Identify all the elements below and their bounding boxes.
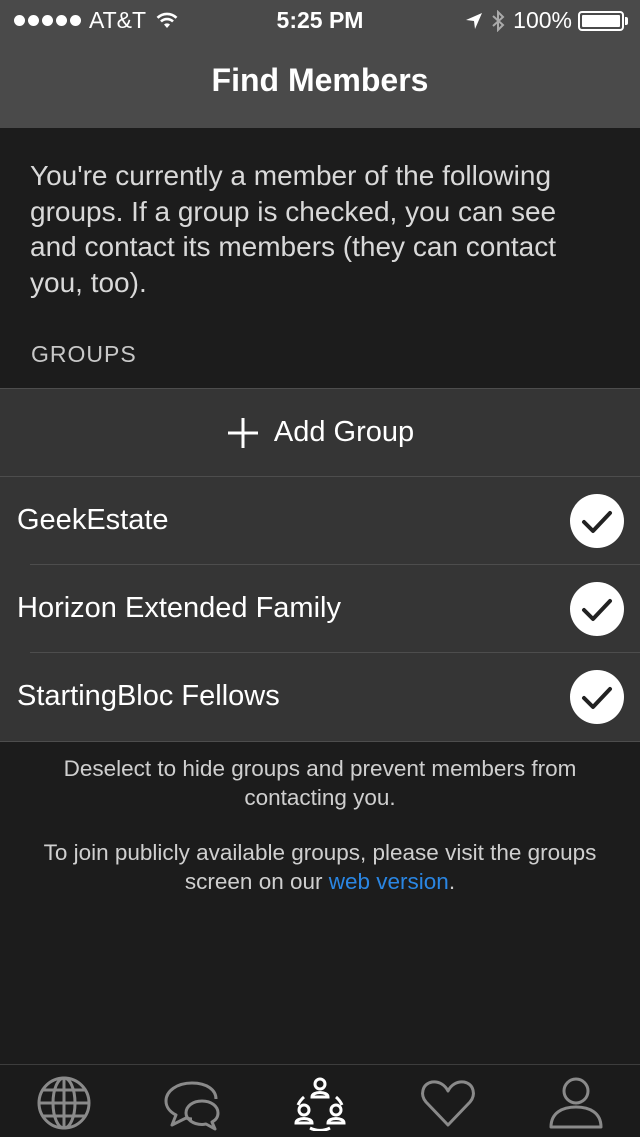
join-note-text: To join publicly available groups, pleas…	[43, 840, 597, 894]
tab-globe[interactable]	[34, 1075, 94, 1131]
tab-members[interactable]	[290, 1075, 350, 1132]
group-name: StartingBloc Fellows	[17, 680, 280, 712]
chat-bubbles-icon	[164, 1081, 220, 1131]
group-row-geekestate[interactable]: GeekEstate	[0, 477, 640, 565]
battery-cap	[625, 16, 628, 25]
groups-section-header: GROUPS	[31, 341, 137, 367]
tab-bar	[0, 1064, 640, 1137]
status-bar: AT&T 5:25 PM 100%	[0, 0, 640, 40]
group-members-icon	[294, 1077, 346, 1132]
group-row-startingbloc-fellows[interactable]: StartingBloc Fellows	[0, 653, 640, 741]
heart-icon	[421, 1080, 475, 1127]
location-arrow-icon	[466, 12, 483, 29]
battery-icon	[578, 10, 624, 31]
tab-profile[interactable]	[546, 1075, 606, 1131]
status-right: 100%	[465, 7, 628, 34]
join-groups-note: To join publicly available groups, pleas…	[40, 839, 600, 896]
intro-description: You're currently a member of the followi…	[30, 160, 557, 298]
deselect-note: Deselect to hide groups and prevent memb…	[63, 756, 577, 810]
page-title: Find Members	[211, 62, 429, 98]
plus-icon	[227, 417, 258, 448]
tab-messages[interactable]	[162, 1075, 222, 1131]
bluetooth-icon	[492, 9, 505, 32]
web-version-link[interactable]: web version	[329, 869, 449, 894]
checkmark-icon[interactable]	[570, 494, 624, 548]
groups-list: Add Group GeekEstate Horizon Extended Fa…	[0, 388, 640, 742]
group-name: GeekEstate	[17, 504, 169, 536]
checkmark-icon[interactable]	[570, 582, 624, 636]
add-group-button[interactable]: Add Group	[0, 389, 640, 477]
profile-icon	[549, 1077, 603, 1129]
tab-favorites[interactable]	[418, 1075, 478, 1131]
battery-percentage: 100%	[513, 7, 572, 33]
group-row-horizon-extended-family[interactable]: Horizon Extended Family	[0, 565, 640, 653]
join-note-suffix: .	[448, 868, 456, 894]
add-group-label: Add Group	[273, 416, 415, 448]
navigation-bar: AT&T 5:25 PM 100% Find Members	[0, 0, 640, 128]
group-name: Horizon Extended Family	[17, 592, 341, 624]
globe-icon	[37, 1076, 91, 1130]
checkmark-icon[interactable]	[570, 670, 624, 724]
